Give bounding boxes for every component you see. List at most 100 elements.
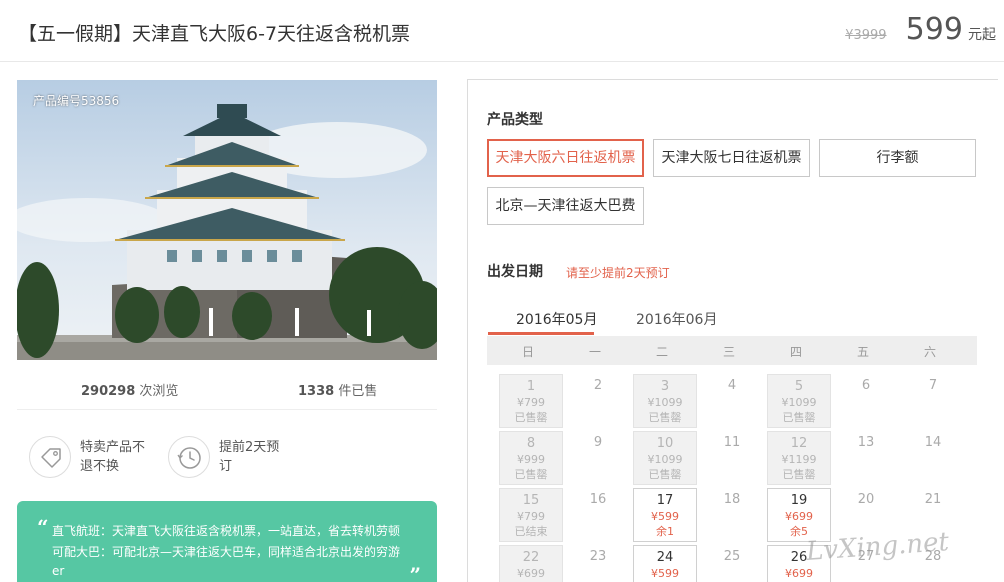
product-number: 产品编号53856 xyxy=(33,94,120,108)
type-option-osaka-7day[interactable]: 天津大阪七日往返机票 xyxy=(653,139,810,177)
calendar-day: 13 xyxy=(834,431,898,485)
day-number: 24 xyxy=(656,550,674,565)
day-number: 21 xyxy=(924,492,942,507)
day-number: 20 xyxy=(857,492,875,507)
day-number: 16 xyxy=(589,492,607,507)
day-number: 12 xyxy=(790,436,808,451)
month-tab-june[interactable]: 2016年06月 xyxy=(636,309,717,329)
feature-text: 提前2天预订 xyxy=(219,440,280,474)
day-number: 23 xyxy=(589,549,607,564)
day-price: ¥1099 xyxy=(647,453,683,466)
calendar-day: 25 xyxy=(700,545,764,582)
feature-text: 特卖产品不退不换 xyxy=(80,440,146,474)
calendar-day: 15 ¥799 已结束 xyxy=(499,488,563,542)
calendar-day: 18 xyxy=(700,488,764,542)
booking-panel: 产品类型 天津大阪六日往返机票 天津大阪七日往返机票 行李额 北京—天津往返大巴… xyxy=(467,79,998,582)
day-number: 15 xyxy=(522,493,540,508)
day-number: 5 xyxy=(794,379,804,394)
sold-count: 1338 xyxy=(298,384,335,399)
day-number: 19 xyxy=(790,493,808,508)
day-number: 17 xyxy=(656,493,674,508)
calendar-day: 6 xyxy=(834,374,898,428)
product-type-label: 产品类型 xyxy=(487,112,543,128)
calendar-day: 1 ¥799 已售罄 xyxy=(499,374,563,428)
product-title: 【五一假期】天津直飞大阪6-7天往返含税机票 xyxy=(18,23,411,45)
day-number: 10 xyxy=(656,436,674,451)
month-tab-may[interactable]: 2016年05月 xyxy=(516,309,597,329)
views-count: 290298 xyxy=(81,384,136,399)
day-status: 已售罄 xyxy=(514,411,548,424)
views-stat: 290298 次浏览 xyxy=(81,380,178,399)
calendar-day: 5 ¥1099 已售罄 xyxy=(767,374,831,428)
calendar-day[interactable]: 17 ¥599 余1 xyxy=(633,488,697,542)
day-status: 已售罄 xyxy=(648,468,682,481)
calendar-day: 8 ¥999 已售罄 xyxy=(499,431,563,485)
clock-history-icon xyxy=(168,436,210,478)
day-price: ¥699 xyxy=(785,510,813,523)
highlight-banner: “ 直飞航班：天津直飞大阪往返含税机票，一站直达，省去转机劳顿 可配大巴：可配北… xyxy=(17,501,437,582)
day-number: 2 xyxy=(593,378,603,393)
stats-bar: 290298 次浏览 1338 件已售 xyxy=(17,368,437,410)
views-label: 次浏览 xyxy=(139,384,179,399)
page-header: 【五一假期】天津直飞大阪6-7天往返含税机票 ¥3999 599 元起 xyxy=(0,0,1004,62)
weekday-tue: 二 xyxy=(655,345,668,359)
day-status: 已售罄 xyxy=(782,468,816,481)
calendar-day: 12 ¥1199 已售罄 xyxy=(767,431,831,485)
calendar-day: 7 xyxy=(901,374,965,428)
sold-label: 件已售 xyxy=(338,384,378,399)
weekday-sat: 六 xyxy=(923,345,936,359)
calendar-day: 2 xyxy=(566,374,630,428)
day-number: 25 xyxy=(723,549,741,564)
day-number: 14 xyxy=(924,435,942,450)
tag-icon xyxy=(29,436,71,478)
day-number: 4 xyxy=(727,378,737,393)
quote-close-icon: ” xyxy=(409,563,421,582)
price-box: ¥3999 599 元起 xyxy=(845,12,996,47)
product-photo[interactable]: 产品编号53856 xyxy=(17,80,437,360)
day-number: 6 xyxy=(861,378,871,393)
day-price: ¥699 xyxy=(785,567,813,580)
day-number: 7 xyxy=(928,378,938,393)
current-price: 599 xyxy=(905,12,963,47)
day-status: 余1 xyxy=(656,525,674,538)
weekday-header: 日 一 二 三 四 五 六 xyxy=(487,336,977,365)
advance-notice: 请至少提前2天预订 xyxy=(566,266,670,280)
type-option-luggage[interactable]: 行李额 xyxy=(819,139,976,177)
day-price: ¥799 xyxy=(517,510,545,523)
day-price: ¥1199 xyxy=(781,453,817,466)
day-status: 已售罄 xyxy=(514,468,548,481)
calendar-day: 16 xyxy=(566,488,630,542)
day-number: 3 xyxy=(660,379,670,394)
weekday-thu: 四 xyxy=(789,345,802,359)
weekday-wed: 三 xyxy=(722,345,735,359)
calendar-day: 3 ¥1099 已售罄 xyxy=(633,374,697,428)
original-price: ¥3999 xyxy=(845,28,887,43)
day-number: 8 xyxy=(526,436,536,451)
month-tab-indicator xyxy=(488,332,594,335)
departure-date-label: 出发日期 xyxy=(487,264,543,280)
day-status: 已结束 xyxy=(514,525,548,538)
day-number: 22 xyxy=(522,550,540,565)
day-price: ¥699 xyxy=(517,567,545,580)
weekday-sun: 日 xyxy=(521,345,534,359)
price-unit: 元起 xyxy=(968,27,996,43)
type-option-osaka-6day[interactable]: 天津大阪六日往返机票 xyxy=(487,139,644,177)
calendar-day[interactable]: 24 ¥599 xyxy=(633,545,697,582)
day-price: ¥599 xyxy=(651,510,679,523)
calendar-day: 10 ¥1099 已售罄 xyxy=(633,431,697,485)
type-option-bus[interactable]: 北京—天津往返大巴费 xyxy=(487,187,644,225)
day-status: 已售罄 xyxy=(782,411,816,424)
banner-line-bus: 可配大巴：可配北京—天津往返大巴车，同样适合北京出发的穷游 xyxy=(52,545,401,559)
calendar-day[interactable]: 19 ¥699 余5 xyxy=(767,488,831,542)
calendar-day: 22 ¥699 xyxy=(499,545,563,582)
day-price: ¥999 xyxy=(517,453,545,466)
calendar-day: 23 xyxy=(566,545,630,582)
day-status: 已售罄 xyxy=(648,411,682,424)
day-number: 11 xyxy=(723,435,741,450)
calendar-day: 4 xyxy=(700,374,764,428)
day-number: 18 xyxy=(723,492,741,507)
calendar-day: 11 xyxy=(700,431,764,485)
day-number: 9 xyxy=(593,435,603,450)
calendar-day: 14 xyxy=(901,431,965,485)
day-price: ¥1099 xyxy=(781,396,817,409)
